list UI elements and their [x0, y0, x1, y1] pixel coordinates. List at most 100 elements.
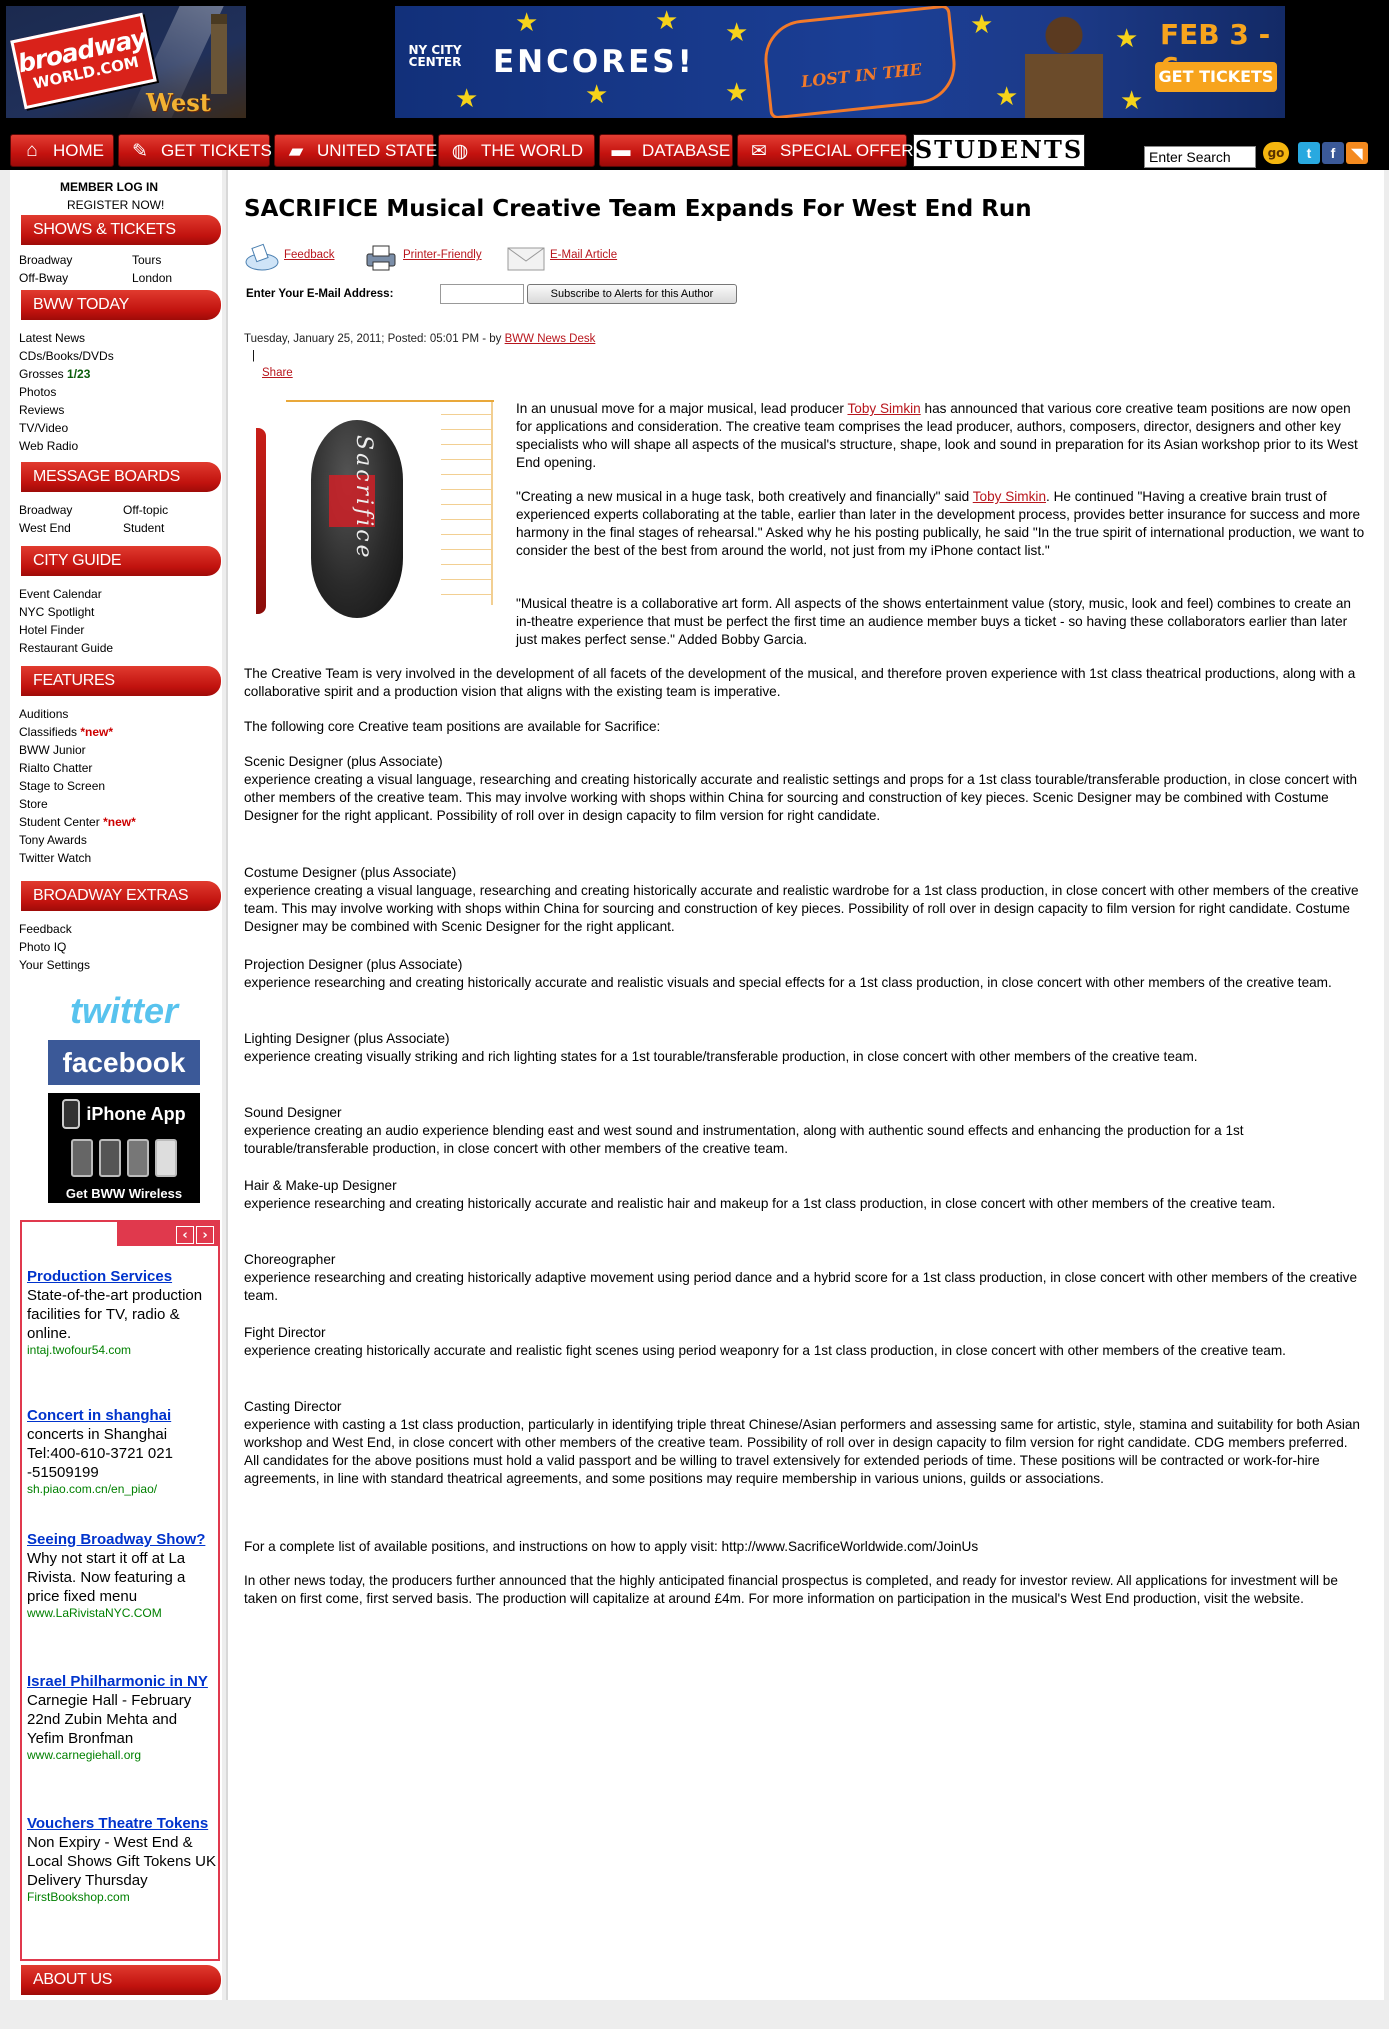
nav-special-offers[interactable]: ✉ SPECIAL OFFERS	[737, 134, 925, 167]
nav-the-world[interactable]: ◍ THE WORLD	[438, 134, 595, 167]
nav-united-states[interactable]: ▰ UNITED STATES	[274, 134, 449, 167]
ad-title[interactable]: Seeing Broadway Show?	[27, 1530, 217, 1549]
city-guide-tab[interactable]: CITY GUIDE	[21, 546, 221, 576]
nav-home[interactable]: ⌂ HOME	[10, 134, 114, 167]
nav-get-tickets[interactable]: ✎ GET TICKETS	[118, 134, 272, 167]
feature-link-store[interactable]: Store	[19, 797, 48, 811]
board-link-off-topic[interactable]: Off-topic	[123, 503, 168, 517]
facebook-icon[interactable]: f	[1322, 142, 1344, 164]
extras-link-feedback[interactable]: Feedback	[19, 922, 72, 936]
email-article-link[interactable]: E-Mail Article	[550, 249, 617, 261]
sidebar-link-latest-news[interactable]: Latest News	[19, 331, 85, 345]
star-icon: ★	[995, 82, 1019, 112]
facebook-badge[interactable]: facebook	[48, 1040, 200, 1085]
p3-text: "Musical theatre is a collaborative art …	[516, 596, 1351, 647]
broadwayworld-logo[interactable]: broadway WORLD.COM West End	[6, 6, 246, 118]
paragraph-3: "Musical theatre is a collaborative art …	[244, 595, 1368, 649]
position-costume: Costume Designer (plus Associate) experi…	[244, 864, 1368, 936]
ad-url[interactable]: www.carnegiehall.org	[27, 1748, 217, 1763]
feedback-icon[interactable]	[244, 242, 280, 272]
member-login-link[interactable]: MEMBER LOG IN	[60, 180, 158, 194]
subscribe-alerts-button[interactable]: Subscribe to Alerts for this Author	[527, 284, 737, 304]
broadway-extras-tab[interactable]: BROADWAY EXTRAS	[21, 881, 221, 911]
board-link-broadway[interactable]: Broadway	[19, 503, 72, 517]
extras-link-photo-iq[interactable]: Photo IQ	[19, 940, 66, 954]
author-link[interactable]: BWW News Desk	[505, 333, 596, 345]
grosses-date: 1/23	[67, 367, 91, 381]
city-link-event-calendar[interactable]: Event Calendar	[19, 587, 102, 601]
feature-link-auditions[interactable]: Auditions	[19, 707, 68, 721]
sidebar-link-tours[interactable]: Tours	[132, 253, 161, 267]
shows-tickets-tab[interactable]: SHOWS & TICKETS	[21, 215, 221, 245]
ad-prev-arrow-icon[interactable]: ‹	[176, 1226, 194, 1244]
feature-link-bww-junior[interactable]: BWW Junior	[19, 743, 86, 757]
features-tab[interactable]: FEATURES	[21, 666, 221, 696]
extras-link-your-settings[interactable]: Your Settings	[19, 958, 90, 972]
sidebar-link-broadway[interactable]: Broadway	[19, 253, 72, 267]
ad-desc: State-of-the-art production facilities f…	[27, 1287, 203, 1342]
nav-database[interactable]: ▬ DATABASE	[599, 134, 733, 167]
position-role: Lighting Designer (plus Associate)	[244, 1031, 450, 1046]
ad-item[interactable]: Israel Philharmonic in NY Carnegie Hall …	[27, 1672, 217, 1763]
sidebar-link-tv-video[interactable]: TV/Video	[19, 421, 68, 435]
feature-link-student-center[interactable]: Student Center *new*	[19, 815, 136, 829]
nav-students[interactable]: STUDENTS	[913, 134, 1085, 167]
city-link-nyc-spotlight[interactable]: NYC Spotlight	[19, 605, 94, 619]
printer-friendly-link[interactable]: Printer-Friendly	[403, 249, 482, 261]
ad-title[interactable]: Israel Philharmonic in NY	[27, 1672, 217, 1691]
ad-url[interactable]: www.LaRivistaNYC.COM	[27, 1606, 217, 1621]
feature-link-twitter-watch[interactable]: Twitter Watch	[19, 851, 91, 865]
feature-link-stage-to-screen[interactable]: Stage to Screen	[19, 779, 105, 793]
ad-item[interactable]: Production Services State-of-the-art pro…	[27, 1267, 217, 1358]
ad-next-arrow-icon[interactable]: ›	[196, 1226, 214, 1244]
ad-title[interactable]: Vouchers Theatre Tokens	[27, 1814, 217, 1833]
sidebar-link-london[interactable]: London	[132, 271, 172, 285]
rss-icon[interactable]: ◥	[1346, 142, 1368, 164]
ad-item[interactable]: Concert in shanghai concerts in Shanghai…	[27, 1406, 217, 1497]
position-projection: Projection Designer (plus Associate) exp…	[244, 956, 1368, 992]
ad-url[interactable]: sh.piao.com.cn/en_piao/	[27, 1482, 217, 1497]
producer-link[interactable]: Toby Simkin	[847, 401, 920, 416]
encores-ad-banner[interactable]: ★ ★ ★ ★ ★ ★ ★ ★ ★ ★ NY CITY CENTER ENCOR…	[395, 6, 1285, 118]
ad-title[interactable]: Production Services	[27, 1267, 217, 1286]
email-envelope-icon[interactable]	[506, 244, 546, 274]
city-link-hotel-finder[interactable]: Hotel Finder	[19, 623, 84, 637]
sidebar-link-reviews[interactable]: Reviews	[19, 403, 64, 417]
producer-link[interactable]: Toby Simkin	[973, 489, 1046, 504]
search-input[interactable]	[1144, 146, 1256, 168]
feature-link-classifieds[interactable]: Classifieds *new*	[19, 725, 113, 739]
share-link[interactable]: Share	[262, 367, 293, 379]
sidebar-link-web-radio[interactable]: Web Radio	[19, 439, 78, 453]
search-go-button[interactable]: go	[1263, 142, 1289, 164]
ad-url[interactable]: intaj.twofour54.com	[27, 1343, 217, 1358]
new-tag: *new*	[103, 815, 136, 829]
twitter-badge[interactable]: twitter	[48, 990, 200, 1032]
star-icon: ★	[655, 6, 679, 36]
sidebar-link-grosses[interactable]: Grosses 1/23	[19, 367, 90, 381]
board-link-student[interactable]: Student	[123, 521, 164, 535]
banner-get-tickets-button[interactable]: GET TICKETS	[1155, 62, 1277, 92]
message-boards-tab[interactable]: MESSAGE BOARDS	[21, 462, 221, 492]
board-link-west-end[interactable]: West End	[19, 521, 71, 535]
about-us-tab[interactable]: ABOUT US	[21, 1965, 221, 1995]
printer-icon[interactable]	[363, 242, 399, 272]
feedback-link[interactable]: Feedback	[284, 249, 335, 261]
feature-link-rialto-chatter[interactable]: Rialto Chatter	[19, 761, 92, 775]
email-field-label: Enter Your E-Mail Address:	[246, 288, 394, 300]
twitter-icon[interactable]: t	[1298, 142, 1320, 164]
bww-today-tab[interactable]: BWW TODAY	[21, 290, 221, 320]
ad-url[interactable]: FirstBookshop.com	[27, 1890, 217, 1905]
encores-title: ENCORES!	[493, 44, 695, 80]
paragraph-5: The following core Creative team positio…	[244, 719, 661, 734]
sidebar-link-photos[interactable]: Photos	[19, 385, 56, 399]
author-alert-email-input[interactable]	[440, 284, 524, 304]
feature-link-tony-awards[interactable]: Tony Awards	[19, 833, 87, 847]
city-link-restaurant-guide[interactable]: Restaurant Guide	[19, 641, 113, 655]
ad-item[interactable]: Seeing Broadway Show? Why not start it o…	[27, 1530, 217, 1621]
ad-title[interactable]: Concert in shanghai	[27, 1406, 217, 1425]
ad-item[interactable]: Vouchers Theatre Tokens Non Expiry - Wes…	[27, 1814, 217, 1905]
iphone-app-badge[interactable]: iPhone App Get BWW Wireless	[48, 1093, 200, 1203]
sidebar-link-cds[interactable]: CDs/Books/DVDs	[19, 349, 114, 363]
register-link[interactable]: REGISTER NOW!	[67, 198, 164, 212]
sidebar-link-off-bway[interactable]: Off-Bway	[19, 271, 68, 285]
